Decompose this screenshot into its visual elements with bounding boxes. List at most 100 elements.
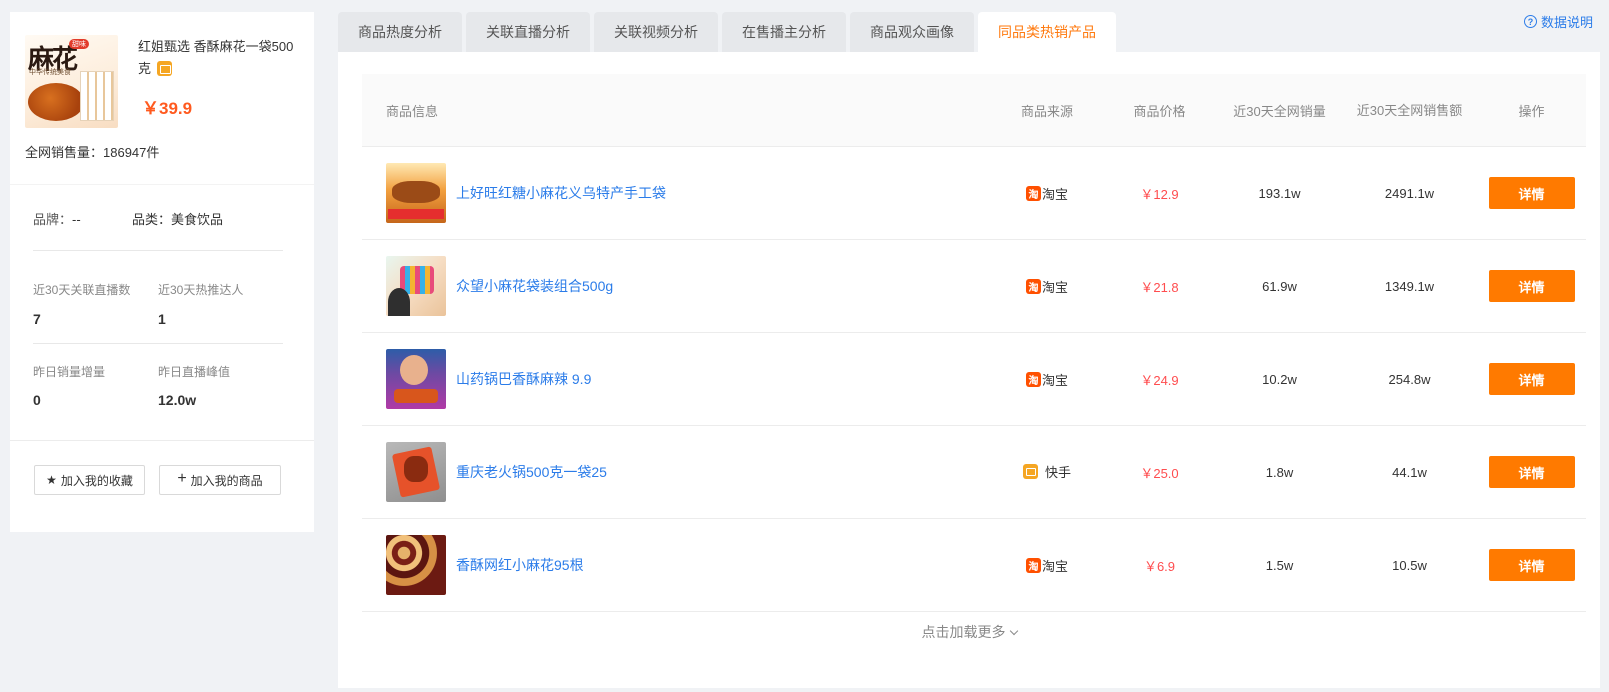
source-cell: 快手 [992, 462, 1102, 482]
operation-cell: 详情 [1477, 270, 1586, 302]
product-stats: 品牌：-- 品类：美食饮品 近30天关联直播数 7 近30天热推达人 1 昨日销… [10, 184, 314, 440]
source-label: 淘宝 [1041, 186, 1068, 202]
plus-icon: + [177, 470, 187, 487]
add-favorite-label: 加入我的收藏 [60, 473, 133, 488]
amount-cell: 254.8w [1388, 371, 1431, 387]
product-summary-card: 麻花 甜味 中华传统美食 红姐甄选 香酥麻花一袋500克 ￥39.9 全网销售量… [10, 12, 314, 532]
product-name-link[interactable]: 香酥网红小麻花95根 [456, 555, 584, 575]
volume-cell: 1.5w [1265, 557, 1294, 573]
tab-audience-profile[interactable]: 商品观众画像 [850, 12, 974, 52]
amount-cell: 10.5w [1392, 557, 1427, 573]
divider [33, 250, 283, 251]
detail-button[interactable]: 详情 [1488, 456, 1575, 488]
table-row: 重庆老火锅500克一袋25 快手 ￥25.0 1.8w 44.1w 详情 [362, 426, 1586, 519]
header-amount: 近30天全网销售额 [1356, 102, 1463, 118]
product-header: 麻花 甜味 中华传统美食 红姐甄选 香酥麻花一袋500克 ￥39.9 全网销售量… [10, 12, 314, 184]
product-info-cell: 重庆老火锅500克一袋25 [362, 442, 992, 502]
stat-label-hot-influencers: 近30天热推达人 [158, 283, 244, 297]
taobao-icon: 淘 [1025, 371, 1041, 387]
product-name-link[interactable]: 山药锅巴香酥麻辣 9.9 [456, 369, 591, 389]
source-label: 淘宝 [1041, 279, 1068, 295]
detail-button[interactable]: 详情 [1488, 363, 1575, 395]
stat-value-hot-influencers: 1 [158, 311, 166, 327]
table-row: 香酥网红小麻花95根 淘淘宝 ￥6.9 1.5w 10.5w 详情 [362, 519, 1586, 612]
product-thumbnail[interactable] [386, 349, 446, 409]
header-price: 商品价格 [1133, 103, 1186, 119]
brand-value: -- [72, 212, 81, 227]
amount-cell: 2491.1w [1384, 185, 1435, 201]
taobao-icon: 淘 [1025, 557, 1041, 573]
hot-products-table: 商品信息 商品来源 商品价格 近30天全网销量 近30天全网销售额 操作 上好旺… [362, 74, 1586, 612]
card-actions: ★ 加入我的收藏 + 加入我的商品 [10, 440, 314, 532]
amount-cell: 1349.1w [1384, 278, 1435, 294]
product-info-cell: 上好旺红糖小麻花义乌特产手工袋 [362, 163, 992, 223]
operation-cell: 详情 [1477, 456, 1586, 488]
product-thumbnail[interactable] [386, 442, 446, 502]
product-price: ￥39.9 [142, 99, 193, 118]
price-cell: ￥21.8 [1140, 279, 1179, 295]
product-info-cell: 山药锅巴香酥麻辣 9.9 [362, 349, 992, 409]
tab-heat-analysis[interactable]: 商品热度分析 [338, 12, 462, 52]
category-row: 品类：美食饮品 [132, 209, 223, 228]
table-row: 上好旺红糖小麻花义乌特产手工袋 淘淘宝 ￥12.9 193.1w 2491.1w… [362, 147, 1586, 240]
operation-cell: 详情 [1477, 177, 1586, 209]
amount-cell: 44.1w [1392, 464, 1427, 480]
sales-label: 全网销售量： [25, 145, 104, 160]
brand-label: 品牌： [33, 212, 73, 227]
source-cell: 淘淘宝 [992, 556, 1102, 575]
add-favorite-button[interactable]: ★ 加入我的收藏 [34, 465, 145, 495]
operation-cell: 详情 [1477, 363, 1586, 395]
product-thumbnail: 麻花 甜味 中华传统美食 [25, 35, 118, 128]
add-my-product-button[interactable]: + 加入我的商品 [159, 465, 281, 495]
thumbnail-tag: 甜味 [69, 39, 89, 49]
stat-label-sales-increase: 昨日销量增量 [33, 365, 106, 379]
star-icon: ★ [46, 473, 57, 487]
source-label: 快手 [1044, 465, 1071, 480]
category-value: 美食饮品 [171, 212, 224, 227]
question-icon: ? [1523, 15, 1537, 28]
tab-sellers[interactable]: 在售播主分析 [722, 12, 846, 52]
stat-value-live-peak: 12.0w [158, 392, 197, 408]
header-source: 商品来源 [1020, 103, 1073, 119]
same-category-panel: 商品信息 商品来源 商品价格 近30天全网销量 近30天全网销售额 操作 上好旺… [338, 52, 1600, 688]
stat-label-live-peak: 昨日直播峰值 [158, 365, 231, 379]
product-name-link[interactable]: 众望小麻花袋装组合500g [456, 276, 613, 296]
tab-same-category-hot[interactable]: 同品类热销产品 [978, 12, 1116, 52]
add-my-product-label: 加入我的商品 [190, 473, 263, 488]
load-more-link[interactable]: 点击加载更多 [338, 622, 1600, 642]
detail-button[interactable]: 详情 [1488, 549, 1575, 581]
source-cell: 淘淘宝 [992, 370, 1102, 389]
product-name-link[interactable]: 重庆老火锅500克一袋25 [456, 462, 607, 482]
header-operation: 操作 [1518, 103, 1545, 119]
product-thumbnail[interactable] [386, 256, 446, 316]
category-label: 品类： [132, 212, 172, 227]
divider [33, 343, 283, 344]
data-help-link[interactable]: ? 数据说明 [1523, 12, 1593, 31]
product-thumbnail[interactable] [386, 535, 446, 595]
brand-row: 品牌：-- [33, 209, 81, 228]
analysis-tabs: 商品热度分析 关联直播分析 关联视频分析 在售播主分析 商品观众画像 同品类热销… [338, 12, 1116, 52]
product-thumbnail[interactable] [386, 163, 446, 223]
kuaishou-icon [1022, 464, 1038, 479]
load-more-label: 点击加载更多 [921, 624, 1006, 640]
header-info: 商品信息 [386, 103, 439, 119]
detail-button[interactable]: 详情 [1488, 270, 1575, 302]
product-sales: 全网销售量：186947件 [25, 142, 159, 161]
thumbnail-caption: 中华传统美食 [29, 69, 71, 76]
source-cell: 淘淘宝 [992, 277, 1102, 296]
product-name-link[interactable]: 上好旺红糖小麻花义乌特产手工袋 [456, 183, 666, 203]
source-label: 淘宝 [1041, 558, 1068, 574]
table-header: 商品信息 商品来源 商品价格 近30天全网销量 近30天全网销售额 操作 [362, 74, 1586, 147]
detail-button[interactable]: 详情 [1488, 177, 1575, 209]
tab-related-live[interactable]: 关联直播分析 [466, 12, 590, 52]
chevron-down-icon [1009, 626, 1018, 636]
operation-cell: 详情 [1477, 549, 1586, 581]
taobao-icon: 淘 [1025, 185, 1041, 201]
taobao-icon: 淘 [1025, 278, 1041, 294]
tab-related-video[interactable]: 关联视频分析 [594, 12, 718, 52]
price-cell: ￥24.9 [1140, 372, 1179, 388]
table-row: 众望小麻花袋装组合500g 淘淘宝 ￥21.8 61.9w 1349.1w 详情 [362, 240, 1586, 333]
source-cell: 淘淘宝 [992, 184, 1102, 203]
header-volume: 近30天全网销量 [1233, 103, 1326, 119]
thumbnail-packs-image [80, 71, 114, 121]
